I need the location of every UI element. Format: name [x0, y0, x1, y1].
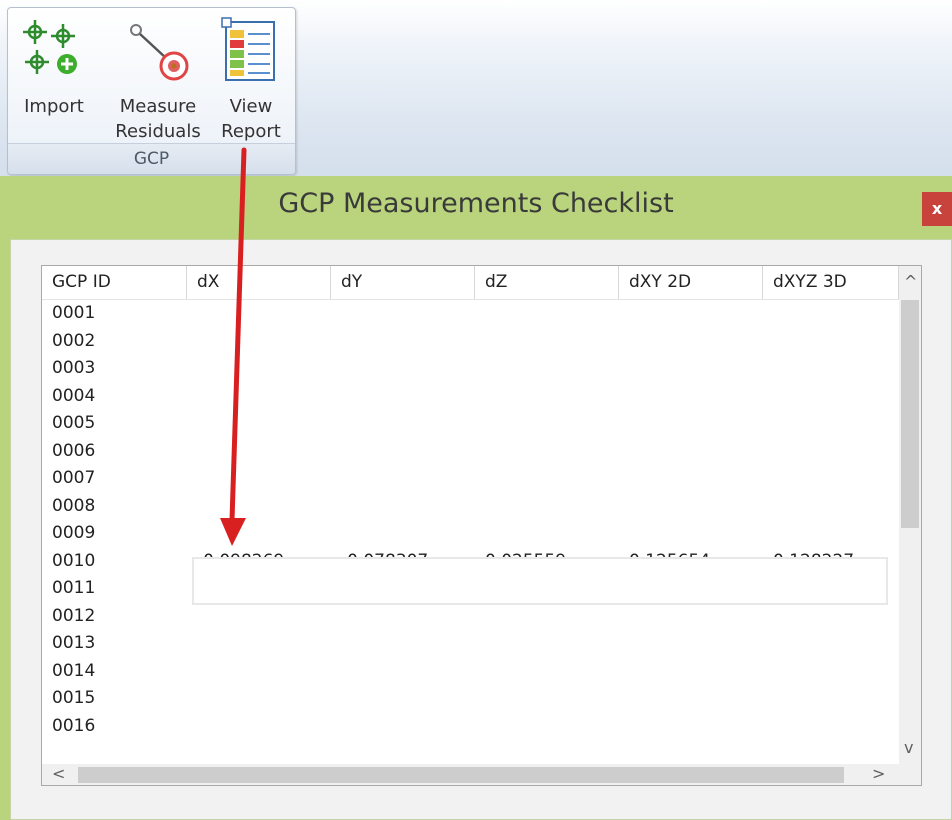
view-report-label: View Report	[221, 96, 281, 142]
table-cell: 0001	[52, 303, 96, 323]
table-cell: 0005	[52, 413, 96, 433]
table-cell: 0009	[52, 523, 96, 543]
table-row[interactable]: 0015	[42, 685, 899, 712]
measure-residuals-icon	[130, 24, 189, 81]
horizontal-scroll-thumb[interactable]	[78, 767, 844, 783]
table-row[interactable]: 0004	[42, 383, 899, 410]
import-button[interactable]: Import	[12, 12, 96, 136]
list-header: GCP ID dX dY dZ dXY 2D dXYZ 3D	[42, 266, 899, 300]
table-row[interactable]: 0007	[42, 465, 899, 492]
window-title: GCP Measurements Checklist	[278, 188, 674, 219]
table-row[interactable]: 0002	[42, 328, 899, 355]
view-report-button[interactable]: View Report	[212, 12, 290, 142]
import-label: Import	[24, 96, 84, 117]
gcp-import-icon	[23, 20, 77, 74]
table-row[interactable]: 0003	[42, 355, 899, 382]
column-header-gcp-id[interactable]: GCP ID	[42, 266, 187, 299]
table-cell: 0007	[52, 468, 96, 488]
scrollbar-corner	[899, 764, 921, 785]
table-row[interactable]: 0006	[42, 438, 899, 465]
table-cell: 0004	[52, 385, 96, 406]
table-cell: 0016	[52, 715, 96, 736]
table-row[interactable]: 0014	[42, 658, 899, 685]
vertical-scroll-thumb[interactable]	[901, 300, 919, 528]
table-cell: 0006	[52, 440, 96, 461]
column-header-dy[interactable]: dY	[331, 266, 475, 299]
view-report-icon	[221, 17, 275, 81]
vertical-scrollbar[interactable]: ^ v	[899, 266, 921, 764]
table-cell: 0011	[52, 578, 96, 598]
table-row[interactable]: 0005	[42, 410, 899, 437]
table-row[interactable]: 0016	[42, 713, 899, 740]
table-cell: 0010	[52, 550, 96, 571]
table-cell: 0015	[52, 688, 96, 708]
table-cell: 0013	[52, 633, 96, 653]
column-header-dxy-2d[interactable]: dXY 2D	[619, 266, 763, 299]
inline-edit-box[interactable]	[192, 557, 888, 605]
ribbon-group-gcp: Import Measure Residuals View Report GCP	[7, 7, 296, 175]
column-header-dxyz-3d[interactable]: dXYZ 3D	[763, 266, 899, 299]
table-row[interactable]: 0009	[42, 520, 899, 547]
table-cell: 0008	[52, 495, 96, 516]
scroll-up-icon[interactable]: ^	[904, 272, 917, 291]
horizontal-scrollbar[interactable]: < >	[42, 764, 899, 785]
table-row[interactable]: 0001	[42, 300, 899, 327]
scroll-down-icon[interactable]: v	[904, 738, 913, 757]
table-cell: 0012	[52, 605, 96, 626]
gcp-checklist-window: GCP Measurements Checklist x GCP ID dX d…	[0, 176, 952, 820]
close-button[interactable]: x	[922, 192, 952, 226]
table-row[interactable]: 0012	[42, 603, 899, 630]
table-cell: 0014	[52, 660, 96, 681]
table-row[interactable]: 0008	[42, 493, 899, 520]
gcp-list-view[interactable]: GCP ID dX dY dZ dXY 2D dXYZ 3D 0001 0002 0…	[41, 265, 922, 786]
scroll-left-icon[interactable]: <	[52, 764, 65, 783]
measure-residuals-button[interactable]: Measure Residuals	[102, 12, 214, 142]
measure-residuals-label: Measure Residuals	[115, 96, 201, 142]
ribbon-group-label: GCP	[8, 143, 295, 174]
table-cell: 0002	[52, 330, 96, 351]
table-cell: 0003	[52, 358, 96, 378]
column-header-dz[interactable]: dZ	[475, 266, 619, 299]
column-header-dx[interactable]: dX	[187, 266, 331, 299]
table-row[interactable]: 0013	[42, 630, 899, 657]
scroll-right-icon[interactable]: >	[872, 764, 885, 783]
window-client-area: GCP ID dX dY dZ dXY 2D dXYZ 3D 0001 0002 0…	[10, 239, 952, 820]
